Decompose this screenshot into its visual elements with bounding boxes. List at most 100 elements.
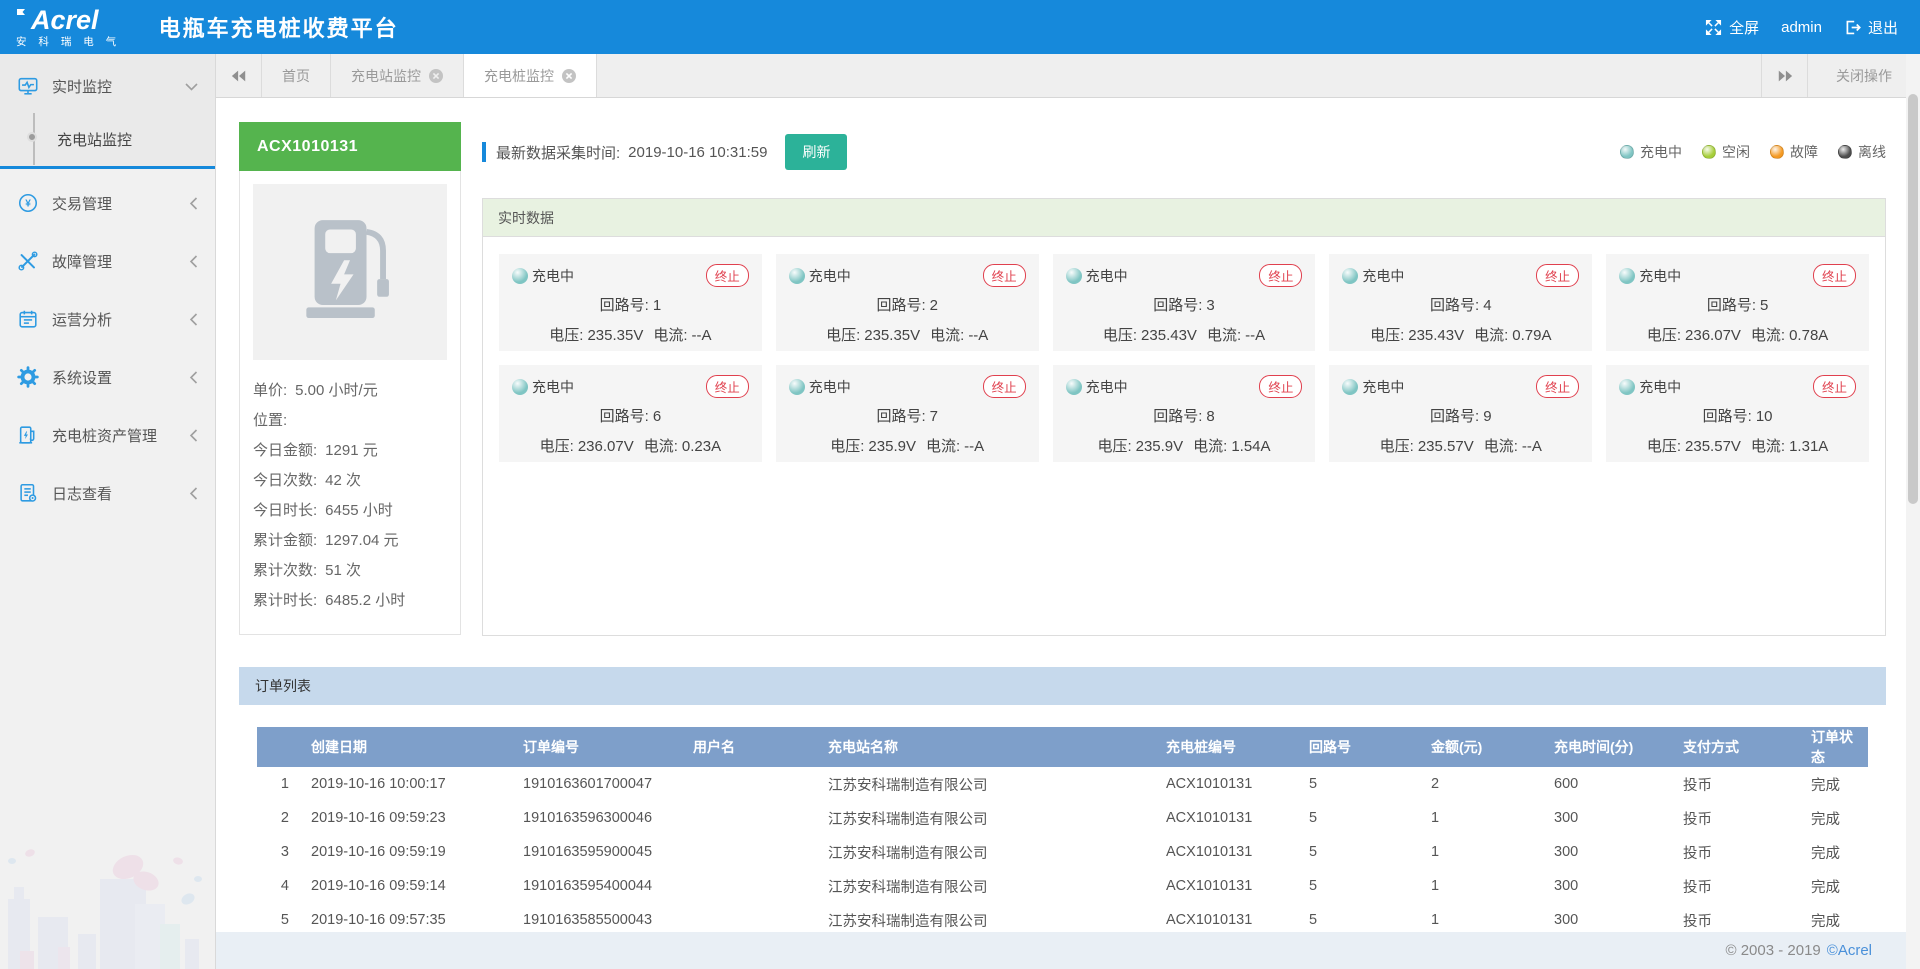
chevron-left-icon <box>189 197 198 210</box>
page-scrollbar[interactable] <box>1906 54 1920 969</box>
sidebar-item-label: 日志查看 <box>52 483 112 504</box>
stat-total-count: 累计次数:51 次 <box>253 556 447 586</box>
order-row: 42019-10-16 09:59:141910163595400044江苏安科… <box>257 869 1868 903</box>
charging-station-image-panel <box>253 184 447 360</box>
gear-icon <box>17 366 39 388</box>
menu-group-realtime: 实时监控 充电站监控 <box>0 54 215 169</box>
orders-header-row: 创建日期 订单编号 用户名 充电站名称 充电桩编号 回路号 金额(元) 充电时间… <box>257 727 1868 767</box>
double-chevron-left-icon <box>231 69 247 83</box>
close-operations-dropdown[interactable]: 关闭操作 <box>1807 54 1920 97</box>
circuit-card: 充电中终止 回路号:2 电压:235.35V电流:--A <box>776 254 1039 351</box>
sidebar-item-label: 充电桩资产管理 <box>52 425 157 446</box>
column-header: 创建日期 <box>303 727 515 767</box>
column-header: 充电站名称 <box>820 727 1158 767</box>
flag-icon <box>16 8 29 21</box>
station-id-header: ACX1010131 <box>239 122 461 171</box>
fullscreen-label: 全屏 <box>1729 17 1759 38</box>
tab-home[interactable]: 首页 <box>262 54 331 97</box>
calendar-icon <box>17 308 39 330</box>
column-header: 回路号 <box>1301 727 1423 767</box>
fullscreen-button[interactable]: 全屏 <box>1705 17 1759 38</box>
terminate-button[interactable]: 终止 <box>1813 264 1856 287</box>
tab-station-monitor[interactable]: 充电站监控 <box>331 54 464 97</box>
logout-label: 退出 <box>1868 17 1898 38</box>
fullscreen-icon <box>1705 19 1722 36</box>
legend-offline: 离线 <box>1838 142 1886 162</box>
sidebar-item-logs[interactable]: 日志查看 <box>0 464 215 522</box>
charging-status-dot <box>789 379 805 395</box>
charging-status-dot <box>1619 379 1635 395</box>
terminate-button[interactable]: 终止 <box>1813 375 1856 398</box>
brand-link[interactable]: ©Acrel <box>1827 942 1872 959</box>
collect-time-label: 最新数据采集时间: <box>496 142 620 163</box>
logo-title: Acrel <box>31 7 99 34</box>
sidebar-subitem-station-monitor[interactable]: 充电站监控 <box>0 112 215 166</box>
scrollbar-thumb[interactable] <box>1908 94 1918 504</box>
status-legend: 充电中 空闲 故障 离线 <box>1620 142 1886 162</box>
user-menu[interactable]: admin <box>1781 19 1822 36</box>
circuit-card: 充电中终止 回路号:4 电压:235.43V电流:0.79A <box>1329 254 1592 351</box>
monitor-icon <box>17 75 39 97</box>
stat-today-count: 今日次数:42 次 <box>253 466 447 496</box>
terminate-button[interactable]: 终止 <box>706 264 749 287</box>
sidebar-item-operations-analysis[interactable]: 运营分析 <box>0 290 215 348</box>
tab-label: 首页 <box>282 66 310 86</box>
column-header: 支付方式 <box>1675 727 1803 767</box>
charging-status-dot <box>512 268 528 284</box>
chevron-left-icon <box>189 429 198 442</box>
logout-button[interactable]: 退出 <box>1844 17 1898 38</box>
orders-section: 订单列表 创建日期 订单编号 用户名 充电站名称 充电桩编号 回 <box>239 667 1886 937</box>
sidebar-subitem-label: 充电站监控 <box>57 129 132 150</box>
data-toolbar: 最新数据采集时间: 2019-10-16 10:31:59 刷新 充电中 空闲 … <box>482 132 1886 172</box>
sidebar-item-realtime-monitor[interactable]: 实时监控 <box>0 60 215 112</box>
chevron-left-icon <box>189 255 198 268</box>
terminate-button[interactable]: 终止 <box>983 375 1026 398</box>
sidebar-item-faults[interactable]: 故障管理 <box>0 232 215 290</box>
charging-station-icon <box>291 213 409 331</box>
charging-status-dot <box>789 268 805 284</box>
timeline-dot-icon <box>27 132 37 142</box>
sidebar-item-pile-assets[interactable]: 充电桩资产管理 <box>0 406 215 464</box>
main-content: ACX1010131 单价:5.00 小时/元 位置: 今日金额:1291 元 … <box>216 98 1920 969</box>
refresh-button[interactable]: 刷新 <box>785 134 847 170</box>
sidebar-item-transactions[interactable]: ¥ 交易管理 <box>0 174 215 232</box>
terminate-button[interactable]: 终止 <box>1536 264 1579 287</box>
double-chevron-right-icon <box>1777 69 1793 83</box>
tab-bar: 首页 充电站监控 充电桩监控 关闭操作 <box>216 54 1920 98</box>
order-row: 12019-10-16 10:00:171910163601700047江苏安科… <box>257 767 1868 801</box>
transaction-icon: ¥ <box>17 192 39 214</box>
sidebar-item-system-settings[interactable]: 系统设置 <box>0 348 215 406</box>
circuit-card: 充电中终止 回路号:5 电压:236.07V电流:0.78A <box>1606 254 1869 351</box>
tabs-scroll-right-button[interactable] <box>1761 54 1807 97</box>
orders-title: 订单列表 <box>239 667 1886 705</box>
tab-pile-monitor[interactable]: 充电桩监控 <box>464 54 597 97</box>
column-header: 充电桩编号 <box>1158 727 1301 767</box>
page-title: 电瓶车充电桩收费平台 <box>159 11 399 43</box>
charging-status-dot <box>1620 145 1634 159</box>
terminate-button[interactable]: 终止 <box>1259 375 1302 398</box>
tab-close-icon[interactable] <box>562 69 576 83</box>
orders-table: 创建日期 订单编号 用户名 充电站名称 充电桩编号 回路号 金额(元) 充电时间… <box>257 727 1868 937</box>
tabs-scroll-left-button[interactable] <box>216 54 262 97</box>
terminate-button[interactable]: 终止 <box>1536 375 1579 398</box>
legend-charging: 充电中 <box>1620 142 1682 162</box>
terminate-button[interactable]: 终止 <box>983 264 1026 287</box>
circuit-card: 充电中终止 回路号:1 电压:235.35V电流:--A <box>499 254 762 351</box>
legend-fault: 故障 <box>1770 142 1818 162</box>
order-row: 32019-10-16 09:59:191910163595900045江苏安科… <box>257 835 1868 869</box>
tab-close-icon[interactable] <box>429 69 443 83</box>
sidebar-item-label: 故障管理 <box>52 251 112 272</box>
log-document-icon <box>17 482 39 504</box>
order-row: 22019-10-16 09:59:231910163596300046江苏安科… <box>257 801 1868 835</box>
circuit-card: 充电中终止 回路号:7 电压:235.9V电流:--A <box>776 365 1039 462</box>
circuit-card: 充电中终止 回路号:6 电压:236.07V电流:0.23A <box>499 365 762 462</box>
terminate-button[interactable]: 终止 <box>706 375 749 398</box>
terminate-button[interactable]: 终止 <box>1259 264 1302 287</box>
acrel-logo: Acrel 安 科 瑞 电 气 <box>16 7 121 48</box>
sidebar-item-label: 运营分析 <box>52 309 112 330</box>
tab-label: 充电桩监控 <box>484 66 554 86</box>
offline-status-dot <box>1838 145 1852 159</box>
sidebar-item-label: 交易管理 <box>52 193 112 214</box>
charging-status-dot <box>1342 379 1358 395</box>
station-stats: 单价:5.00 小时/元 位置: 今日金额:1291 元 今日次数:42 次 今… <box>253 376 447 616</box>
